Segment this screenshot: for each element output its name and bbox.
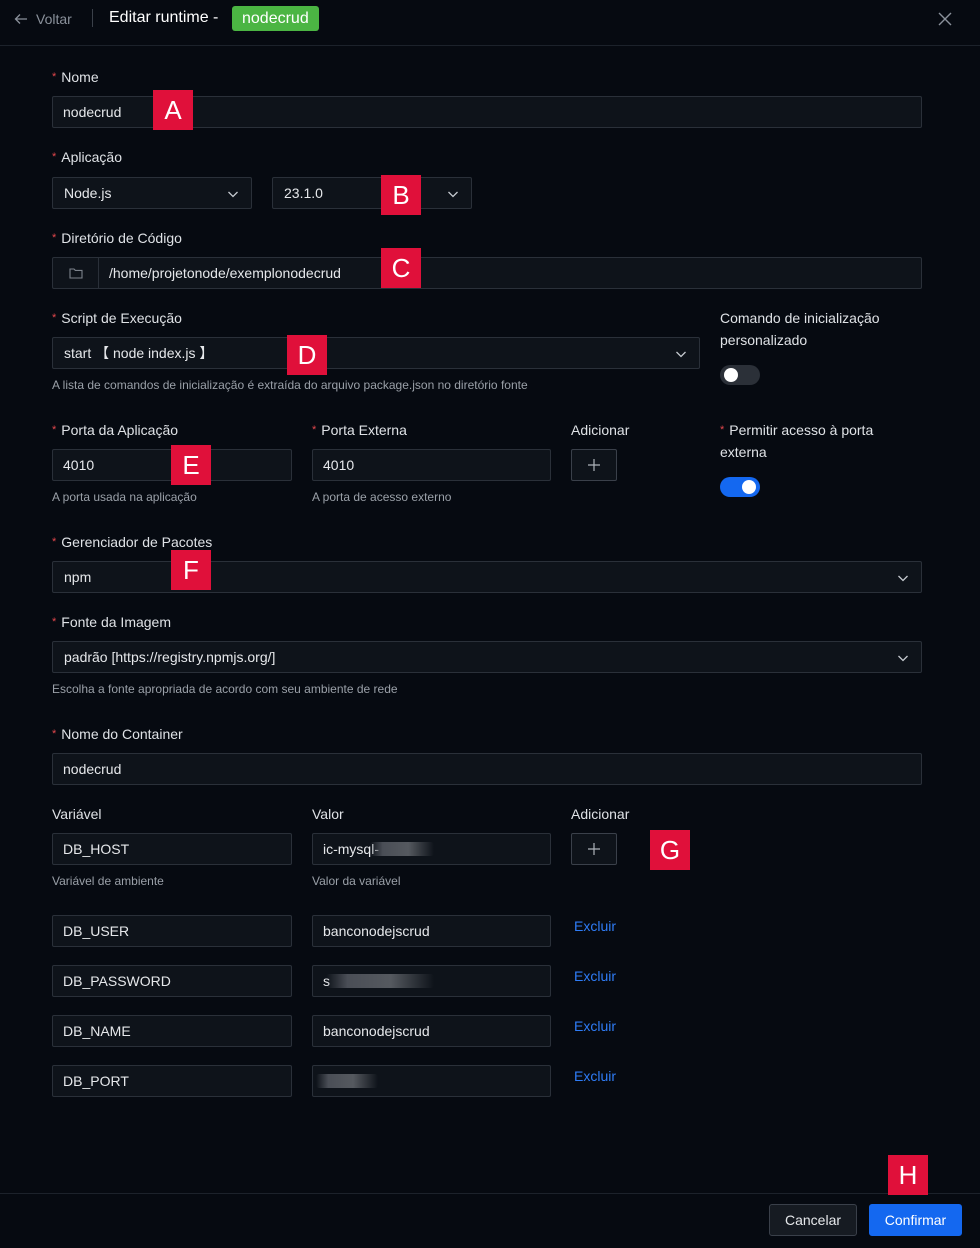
image-source-label: * Fonte da Imagem	[52, 614, 172, 630]
exec-script-help: A lista de comandos de inicialização é e…	[52, 378, 528, 392]
version-select[interactable]: 23.1.0	[272, 177, 472, 209]
annotation-marker: C	[381, 248, 421, 288]
env-var-header: Variável	[52, 806, 102, 822]
plus-icon	[588, 843, 600, 855]
env-var-help: Variável de ambiente	[52, 874, 164, 888]
env-name-input[interactable]: DB_USER	[52, 915, 292, 947]
delete-env-link[interactable]: Excluir	[574, 917, 616, 935]
pkg-manager-label: * Gerenciador de Pacotes	[52, 534, 213, 550]
code-dir-value: /home/projetonode/exemplonodecrud	[109, 265, 341, 281]
version-select-value: 23.1.0	[284, 185, 323, 201]
runtime-name-tag: nodecrud	[232, 6, 319, 31]
back-label: Voltar	[36, 11, 72, 27]
image-source-value: padrão [https://registry.npmjs.org/]	[64, 649, 276, 665]
toggle-knob	[724, 368, 738, 382]
env-value-header: Valor	[312, 806, 344, 822]
close-icon[interactable]	[936, 10, 954, 28]
custom-cmd-label-line2: personalizado	[720, 332, 808, 348]
env-name-input[interactable]: DB_PORT	[52, 1065, 292, 1097]
redacted-blur	[316, 1074, 378, 1088]
runtime-select-value: Node.js	[64, 185, 112, 201]
add-env-button[interactable]	[571, 833, 617, 865]
container-name-input[interactable]: nodecrud	[52, 753, 922, 785]
code-dir-label: * Diretório de Código	[52, 230, 182, 246]
annotation-marker: D	[287, 335, 327, 375]
port-add-label: Adicionar	[571, 422, 630, 438]
back-button[interactable]: Voltar	[14, 10, 72, 28]
redacted-blur	[326, 974, 434, 988]
annotation-marker: B	[381, 175, 421, 215]
plus-icon	[588, 459, 600, 471]
exec-script-label: * Script de Execução	[52, 310, 182, 326]
custom-cmd-label-line1: Comando de inicialização	[720, 310, 880, 326]
add-port-button[interactable]	[571, 449, 617, 481]
code-dir-input[interactable]: /home/projetonode/exemplonodecrud	[52, 257, 922, 289]
env-value-input[interactable]: banconodejscrud	[312, 915, 551, 947]
chevron-down-icon	[898, 575, 908, 582]
env-name-input[interactable]: DB_NAME	[52, 1015, 292, 1047]
env-add-header: Adicionar	[571, 806, 630, 822]
folder-button[interactable]	[53, 258, 99, 288]
ext-port-help: A porta de acesso externo	[312, 490, 452, 504]
app-port-label: * Porta da Aplicação	[52, 422, 179, 438]
env-name-input[interactable]: DB_HOST	[52, 833, 292, 865]
delete-env-link[interactable]: Excluir	[574, 1067, 616, 1085]
app-port-help: A porta usada na aplicação	[52, 490, 197, 504]
env-value-input[interactable]: banconodejscrud	[312, 1015, 551, 1047]
env-value-help: Valor da variável	[312, 874, 401, 888]
image-source-select[interactable]: padrão [https://registry.npmjs.org/]	[52, 641, 922, 673]
image-source-help: Escolha a fonte apropriada de acordo com…	[52, 682, 398, 696]
redacted-blur	[370, 842, 434, 856]
chevron-down-icon	[448, 191, 458, 198]
annotation-marker: H	[888, 1155, 928, 1195]
confirm-button[interactable]: Confirmar	[869, 1204, 962, 1236]
allow-ext-label-line1: * Permitir acesso à porta	[720, 422, 874, 438]
delete-env-link[interactable]: Excluir	[574, 1017, 616, 1035]
cancel-button[interactable]: Cancelar	[769, 1204, 857, 1236]
name-label: * Nome	[52, 69, 99, 85]
annotation-marker: E	[171, 445, 211, 485]
exec-script-value: start 【 node index.js 】	[64, 345, 214, 361]
env-name-input[interactable]: DB_PASSWORD	[52, 965, 292, 997]
page-title: Editar runtime -	[109, 9, 219, 26]
chevron-down-icon	[228, 191, 238, 198]
folder-icon	[68, 268, 83, 279]
arrow-left-icon	[14, 14, 27, 24]
container-name-label: * Nome do Container	[52, 726, 183, 742]
exec-script-select[interactable]: start 【 node index.js 】	[52, 337, 700, 369]
ext-port-input[interactable]: 4010	[312, 449, 551, 481]
runtime-select[interactable]: Node.js	[52, 177, 252, 209]
annotation-marker: F	[171, 550, 211, 590]
chevron-down-icon	[898, 655, 908, 662]
annotation-marker: G	[650, 830, 690, 870]
chevron-down-icon	[676, 351, 686, 358]
application-label: * Aplicação	[52, 149, 122, 165]
allow-ext-label-line2: externa	[720, 444, 767, 460]
delete-env-link[interactable]: Excluir	[574, 967, 616, 985]
allow-ext-toggle[interactable]	[720, 477, 760, 497]
toggle-knob	[742, 480, 756, 494]
annotation-marker: A	[153, 90, 193, 130]
ext-port-label: * Porta Externa	[312, 422, 407, 438]
custom-cmd-toggle[interactable]	[720, 365, 760, 385]
header-divider	[92, 9, 93, 27]
pkg-manager-value: npm	[64, 569, 92, 585]
